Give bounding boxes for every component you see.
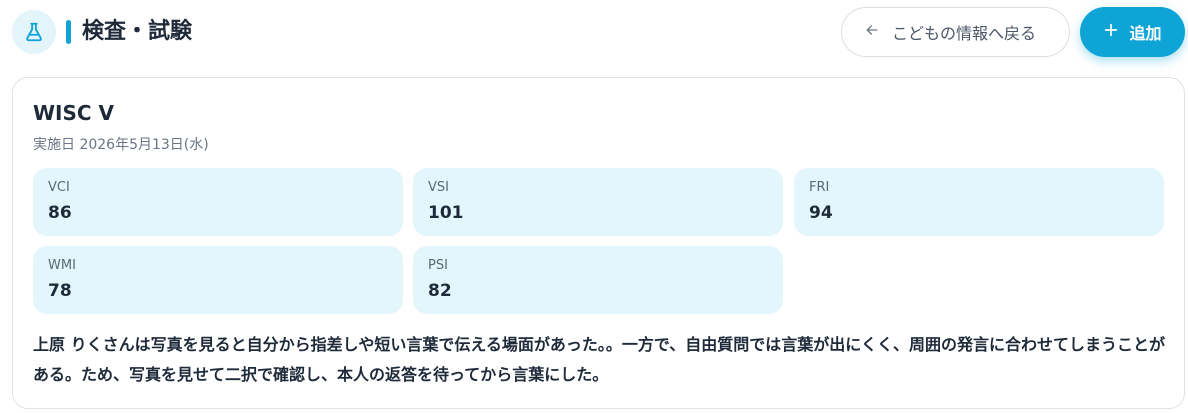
- score-value: 94: [809, 203, 833, 223]
- test-note: 上原 りくさんは写真を見ると自分から指差しや短い言葉で伝える場面があった。。一方…: [33, 335, 1165, 384]
- title-accent-bar: [66, 20, 71, 44]
- flask-icon: [12, 10, 56, 54]
- score-value: 78: [48, 281, 72, 301]
- page-title: 検査・試験: [82, 19, 193, 44]
- score-label: VCI: [48, 180, 70, 195]
- score-value: 82: [428, 281, 452, 301]
- plus-icon: [1103, 22, 1119, 42]
- back-button-label: こどもの情報へ戻る: [892, 24, 1037, 43]
- score-value: 86: [48, 203, 72, 223]
- add-button-label: 追加: [1129, 24, 1162, 43]
- score-label: PSI: [428, 258, 448, 273]
- test-date: 実施日 2026年5月13日(水): [33, 137, 209, 153]
- test-name: WISC V: [33, 101, 115, 125]
- score-tile-wmi: WMI 78: [33, 246, 403, 314]
- page-header: 検査・試験 こどもの情報へ戻る 追加: [0, 0, 1188, 64]
- score-label: WMI: [48, 258, 76, 273]
- back-to-child-info-button[interactable]: こどもの情報へ戻る: [841, 7, 1070, 57]
- score-value: 101: [428, 203, 464, 223]
- score-tile-fri: FRI 94: [794, 168, 1164, 236]
- test-result-card: WISC V 実施日 2026年5月13日(水) VCI 86 VSI 101 …: [12, 77, 1185, 409]
- score-label: VSI: [428, 180, 449, 195]
- arrow-left-icon: [864, 22, 880, 42]
- score-tile-psi: PSI 82: [413, 246, 783, 314]
- score-label: FRI: [809, 180, 830, 195]
- score-tile-vsi: VSI 101: [413, 168, 783, 236]
- score-grid: VCI 86 VSI 101 FRI 94 WMI 78 PSI 82: [33, 168, 1165, 316]
- add-button[interactable]: 追加: [1080, 7, 1185, 57]
- score-tile-vci: VCI 86: [33, 168, 403, 236]
